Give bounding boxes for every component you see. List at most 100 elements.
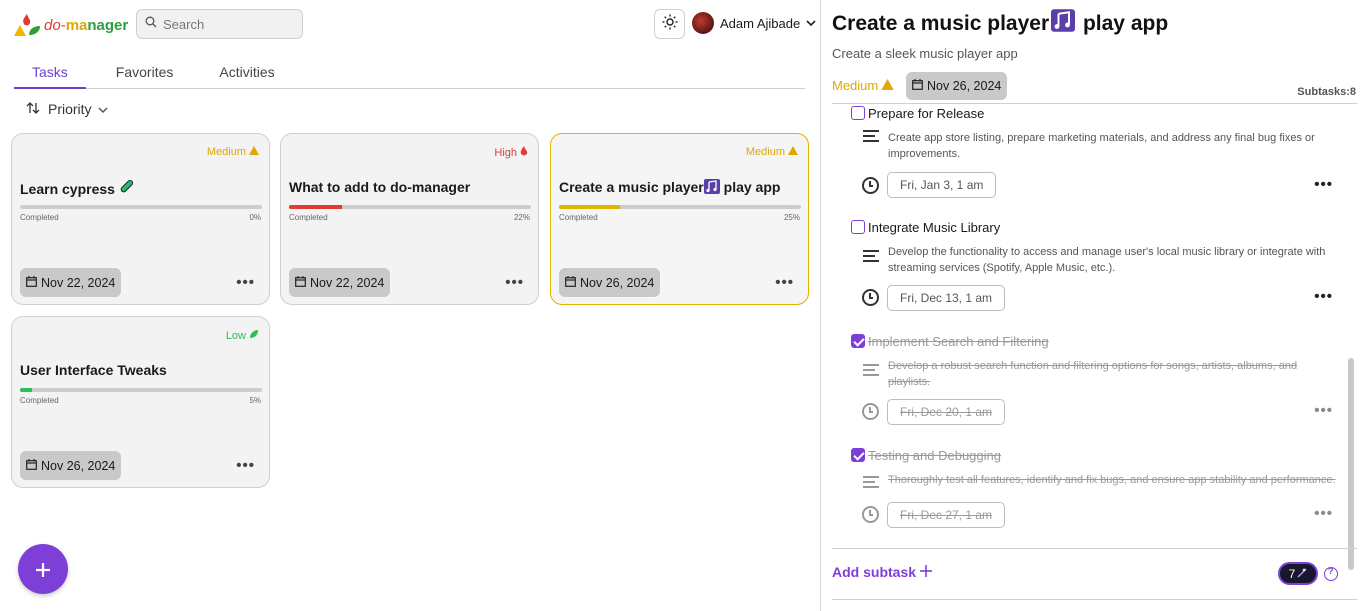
logo-text-ma: ma: [65, 16, 88, 34]
task-card[interactable]: Medium Learn cypress Completed 0% Nov 22…: [11, 133, 270, 305]
panel-title-text: Create a music player: [832, 11, 1050, 35]
priority-badge[interactable]: Medium: [832, 78, 894, 93]
clock-icon: [862, 177, 879, 194]
sort-dropdown[interactable]: Priority: [26, 101, 108, 117]
due-date-chip[interactable]: Nov 22, 2024: [289, 268, 391, 297]
due-date-chip[interactable]: Nov 26, 2024: [559, 268, 661, 297]
task-title-suffix: play app: [719, 179, 781, 195]
page-title: Create a music player play app: [832, 9, 1168, 38]
subtask-scrollbar[interactable]: [1348, 358, 1354, 570]
subtask-due-button[interactable]: Fri, Dec 13, 1 am: [887, 285, 1006, 311]
task-title: User Interface Tweaks: [20, 362, 167, 378]
subtask-checkbox[interactable]: [851, 106, 865, 120]
priority-badge: Low: [226, 329, 259, 342]
description-icon: [863, 250, 879, 265]
subtask-description: Create app store listing, prepare market…: [888, 132, 1315, 160]
priority-label: Medium: [745, 146, 785, 158]
music-notes-icon: [1051, 9, 1076, 38]
divider: [832, 548, 1357, 549]
more-options-icon[interactable]: •••: [505, 274, 524, 291]
subtask-checkbox[interactable]: [851, 334, 865, 348]
task-title: Learn cypress: [20, 179, 134, 197]
progress-percent: 5%: [249, 396, 261, 405]
due-date-chip[interactable]: Nov 26, 2024: [906, 72, 1008, 100]
task-card[interactable]: High What to add to do-manager Completed…: [280, 133, 539, 305]
leaf-icon: [249, 329, 259, 342]
search-input[interactable]: [163, 16, 293, 32]
search-box[interactable]: [136, 9, 303, 39]
subtask-title[interactable]: Testing and Debugging: [868, 448, 1001, 463]
priority-label: Low: [225, 329, 246, 342]
priority-label: Medium: [832, 78, 879, 93]
add-subtask-button[interactable]: Add subtask: [832, 564, 933, 580]
subtask-due-text: Fri, Dec 20, 1 am: [900, 405, 993, 419]
subtask-due-button[interactable]: Fri, Jan 3, 1 am: [887, 172, 997, 198]
subtask-due-text: Fri, Dec 13, 1 am: [900, 291, 993, 305]
task-title: Create a music player play app: [559, 179, 780, 195]
app-logo[interactable]: do-manager: [12, 12, 128, 38]
description-icon: [863, 476, 879, 491]
clock-icon: [862, 506, 879, 523]
task-card-selected[interactable]: Medium Create a music player play app Co…: [550, 133, 809, 305]
subtask-checkbox[interactable]: [851, 448, 865, 462]
due-date-chip[interactable]: Nov 26, 2024: [20, 451, 122, 480]
warning-icon: [881, 78, 894, 93]
tab-favorites[interactable]: Favorites: [86, 58, 192, 89]
add-subtask-label: Add subtask: [832, 564, 917, 580]
task-title-text: What to add to do-manager: [289, 179, 471, 195]
clock-icon: [862, 403, 879, 420]
more-options-icon[interactable]: •••: [1314, 288, 1333, 305]
theme-toggle-button[interactable]: [654, 9, 685, 39]
description-icon: [863, 130, 879, 145]
add-task-button[interactable]: [18, 544, 68, 594]
test-tube-icon: [119, 179, 134, 197]
progress-percent: 25%: [783, 213, 800, 222]
more-options-icon[interactable]: •••: [236, 274, 255, 291]
subtask-description: Thoroughly test all features, identify a…: [888, 474, 1336, 486]
due-date-text: Nov 26, 2024: [927, 79, 1002, 93]
progress-fill: [20, 388, 33, 392]
priority-label: Medium: [206, 146, 246, 158]
progress-bar: [20, 205, 262, 209]
progress-percent: 22%: [513, 213, 530, 222]
tab-tasks[interactable]: Tasks: [14, 58, 86, 89]
priority-badge: Medium: [207, 146, 259, 158]
search-icon: [145, 15, 157, 33]
fire-icon: [520, 146, 528, 159]
priority-badge: High: [494, 146, 528, 159]
more-options-icon[interactable]: •••: [1314, 402, 1333, 419]
subtask-title[interactable]: Implement Search and Filtering: [868, 334, 1049, 349]
subtask-title[interactable]: Prepare for Release: [868, 106, 984, 121]
more-options-icon[interactable]: •••: [1314, 176, 1333, 193]
calendar-icon: [26, 458, 37, 473]
task-title: What to add to do-manager: [289, 179, 470, 195]
subtask-list[interactable]: Prepare for Release Create app store lis…: [821, 104, 1347, 548]
more-options-icon[interactable]: •••: [236, 457, 255, 474]
chevron-down-icon: [806, 14, 816, 32]
divider: [832, 599, 1357, 600]
due-date-chip[interactable]: Nov 22, 2024: [20, 268, 122, 297]
logo-icon: [12, 12, 42, 38]
user-menu[interactable]: Adam Ajibade: [692, 12, 816, 34]
subtask-due-text: Fri, Dec 27, 1 am: [900, 508, 993, 522]
tab-activities[interactable]: Activities: [191, 58, 292, 89]
subtask-due-button[interactable]: Fri, Dec 27, 1 am: [887, 502, 1006, 528]
subtask-due-button[interactable]: Fri, Dec 20, 1 am: [887, 399, 1006, 425]
comments-button[interactable]: 7: [1278, 562, 1318, 585]
panel-title-suffix: play app: [1077, 11, 1169, 35]
subtask-title[interactable]: Integrate Music Library: [868, 220, 1000, 235]
help-chat-icon[interactable]: [1324, 566, 1338, 581]
plus-icon: [35, 554, 51, 585]
calendar-icon: [26, 275, 37, 290]
more-options-icon[interactable]: •••: [775, 274, 794, 291]
avatar: [692, 12, 714, 34]
completed-label: Completed: [289, 213, 328, 222]
subtask-checkbox[interactable]: [851, 220, 865, 234]
progress-bar: [289, 205, 531, 209]
top-bar: do-manager Search Adam Ajibade: [0, 0, 820, 50]
app-root: do-manager Search Adam Ajibade Tasks Fav…: [0, 0, 1366, 611]
calendar-icon: [912, 79, 923, 93]
task-card[interactable]: Low User Interface Tweaks Completed 5% N…: [11, 316, 270, 488]
more-options-icon[interactable]: •••: [1314, 505, 1333, 522]
calendar-icon: [565, 275, 576, 290]
